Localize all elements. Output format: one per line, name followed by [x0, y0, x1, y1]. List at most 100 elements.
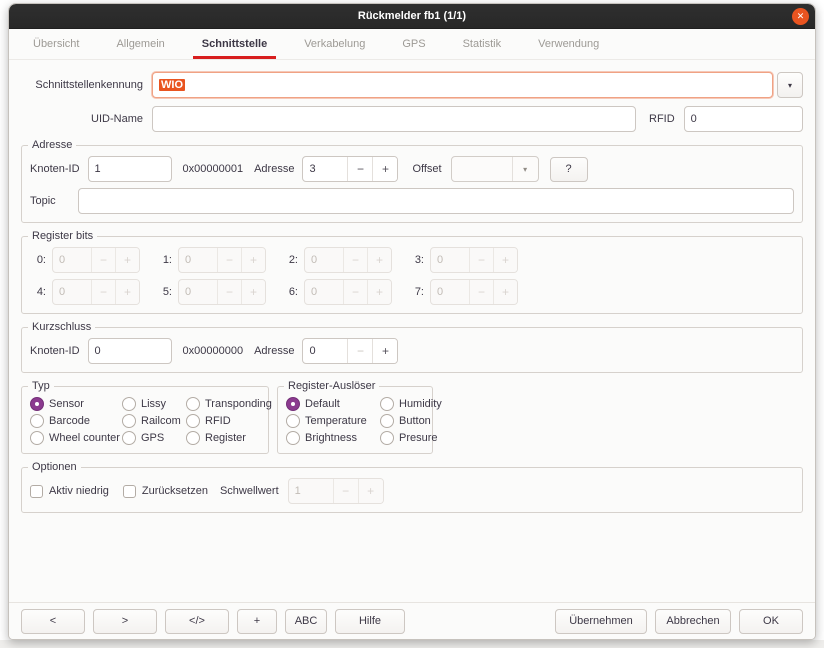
- bit-label: 7:: [408, 286, 424, 298]
- type-trigger-row: Typ Sensor Lissy Transponding: [21, 373, 803, 454]
- close-icon[interactable]: ✕: [792, 8, 809, 25]
- bit-3: 3: 0 − +: [408, 247, 518, 273]
- knoten-id-value: 1: [95, 163, 101, 175]
- tab-gps[interactable]: GPS: [400, 29, 427, 59]
- minus-button: −: [217, 248, 241, 272]
- interface-id-dropdown-button[interactable]: ▾: [777, 72, 803, 98]
- radio-sensor[interactable]: Sensor: [30, 397, 122, 411]
- kurzschluss-knoten-id-input[interactable]: 0: [88, 338, 172, 364]
- kurzschluss-legend: Kurzschluss: [28, 321, 95, 333]
- tab-allgemein[interactable]: Allgemein: [114, 29, 166, 59]
- apply-button[interactable]: Übernehmen: [555, 609, 647, 634]
- chevron-down-icon[interactable]: ▾: [512, 157, 538, 181]
- bit-label: 5:: [156, 286, 172, 298]
- previous-button[interactable]: <: [21, 609, 85, 634]
- radio-transponding[interactable]: Transponding: [186, 397, 272, 411]
- radio-label: Sensor: [49, 398, 84, 410]
- minus-button: −: [91, 280, 115, 304]
- plus-button: +: [115, 248, 139, 272]
- minus-button: −: [469, 280, 493, 304]
- kurzschluss-adresse-spinner: 0 − +: [302, 338, 398, 364]
- radio-lissy[interactable]: Lissy: [122, 397, 186, 411]
- selected-text: WIO: [159, 79, 185, 91]
- desktop-background-strip: [0, 640, 824, 648]
- plus-button: +: [367, 280, 391, 304]
- uid-name-label: UID-Name: [21, 113, 143, 125]
- radio-label: Transponding: [205, 398, 272, 410]
- checkbox-aktiv-niedrig[interactable]: Aktiv niedrig: [30, 485, 109, 498]
- adresse-row: Knoten-ID 1 0x00000001 Adresse 3 − + Off…: [30, 156, 794, 182]
- cancel-button[interactable]: Abbrechen: [655, 609, 731, 634]
- bit-label: 6:: [282, 286, 298, 298]
- radio-wheel-counter[interactable]: Wheel counter: [30, 431, 122, 445]
- radio-label: Lissy: [141, 398, 166, 410]
- radio-rfid[interactable]: RFID: [186, 414, 272, 428]
- adresse-group: Adresse Knoten-ID 1 0x00000001 Adresse 3…: [21, 139, 803, 223]
- titlebar[interactable]: Rückmelder fb1 (1/1) ✕: [9, 4, 815, 29]
- abc-button[interactable]: ABC: [285, 609, 327, 634]
- radio-icon: [122, 431, 136, 445]
- radio-register[interactable]: Register: [186, 431, 272, 445]
- tab-verwendung[interactable]: Verwendung: [536, 29, 601, 59]
- uid-name-input[interactable]: [152, 106, 636, 132]
- help-button[interactable]: Hilfe: [335, 609, 405, 634]
- next-button[interactable]: >: [93, 609, 157, 634]
- ok-button[interactable]: OK: [739, 609, 803, 634]
- kurzschluss-spinner-value[interactable]: 0: [303, 339, 347, 363]
- hex-address-text: 0x00000001: [183, 163, 244, 175]
- checkbox-zuruecksetzen[interactable]: Zurücksetzen: [123, 485, 208, 498]
- schwellwert-spinner: 1 − +: [288, 478, 384, 504]
- interface-id-label: Schnittstellenkennung: [21, 79, 143, 91]
- checkbox-label: Zurücksetzen: [142, 485, 208, 497]
- minus-button[interactable]: −: [347, 339, 372, 363]
- bit-label: 2:: [282, 254, 298, 266]
- interface-id-input[interactable]: WIO: [152, 72, 773, 98]
- radio-default[interactable]: Default: [286, 397, 380, 411]
- add-button[interactable]: +: [237, 609, 277, 634]
- adresse-spinner-value[interactable]: 3: [303, 157, 347, 181]
- bit-7-spinner: 0 − +: [430, 279, 518, 305]
- bit-6: 6: 0 − +: [282, 279, 392, 305]
- offset-value: [452, 157, 512, 181]
- minus-button[interactable]: −: [347, 157, 372, 181]
- offset-combobox[interactable]: ▾: [451, 156, 539, 182]
- bit-0-spinner: 0 − +: [52, 247, 140, 273]
- ausloeser-options: Default Humidity Temperature Button: [286, 397, 424, 445]
- tab-statistik[interactable]: Statistik: [461, 29, 504, 59]
- window-title: Rückmelder fb1 (1/1): [358, 10, 466, 22]
- tab-verkabelung[interactable]: Verkabelung: [302, 29, 367, 59]
- radio-railcom[interactable]: Railcom: [122, 414, 186, 428]
- bit-5: 5: 0 − +: [156, 279, 266, 305]
- radio-button[interactable]: Button: [380, 414, 442, 428]
- register-ausloeser-legend: Register-Auslöser: [284, 380, 379, 392]
- xml-button[interactable]: </>: [165, 609, 229, 634]
- tab-uebersicht[interactable]: Übersicht: [31, 29, 81, 59]
- radio-barcode[interactable]: Barcode: [30, 414, 122, 428]
- topic-input[interactable]: [78, 188, 794, 214]
- radio-label: Wheel counter: [49, 432, 120, 444]
- plus-button[interactable]: +: [372, 157, 397, 181]
- bit-label: 1:: [156, 254, 172, 266]
- rfid-input[interactable]: 0: [684, 106, 803, 132]
- radio-temperature[interactable]: Temperature: [286, 414, 380, 428]
- radio-presure[interactable]: Presure: [380, 431, 442, 445]
- checkbox-icon: [30, 485, 43, 498]
- bit-value: 0: [431, 248, 469, 272]
- bit-value: 0: [431, 280, 469, 304]
- offset-label: Offset: [412, 163, 441, 175]
- radio-icon: [122, 397, 136, 411]
- plus-button: +: [367, 248, 391, 272]
- minus-button: −: [333, 479, 358, 503]
- plus-button[interactable]: +: [372, 339, 397, 363]
- radio-brightness[interactable]: Brightness: [286, 431, 380, 445]
- radio-humidity[interactable]: Humidity: [380, 397, 442, 411]
- rfid-value: 0: [691, 113, 697, 125]
- schwellwert-value: 1: [289, 479, 333, 503]
- knoten-id-input[interactable]: 1: [88, 156, 172, 182]
- hex-address-text: 0x00000000: [183, 345, 244, 357]
- topic-row: Topic: [30, 188, 794, 214]
- tab-schnittstelle[interactable]: Schnittstelle: [200, 29, 269, 59]
- radio-gps[interactable]: GPS: [122, 431, 186, 445]
- address-help-button[interactable]: ?: [550, 157, 588, 182]
- schwellwert-label: Schwellwert: [220, 485, 279, 497]
